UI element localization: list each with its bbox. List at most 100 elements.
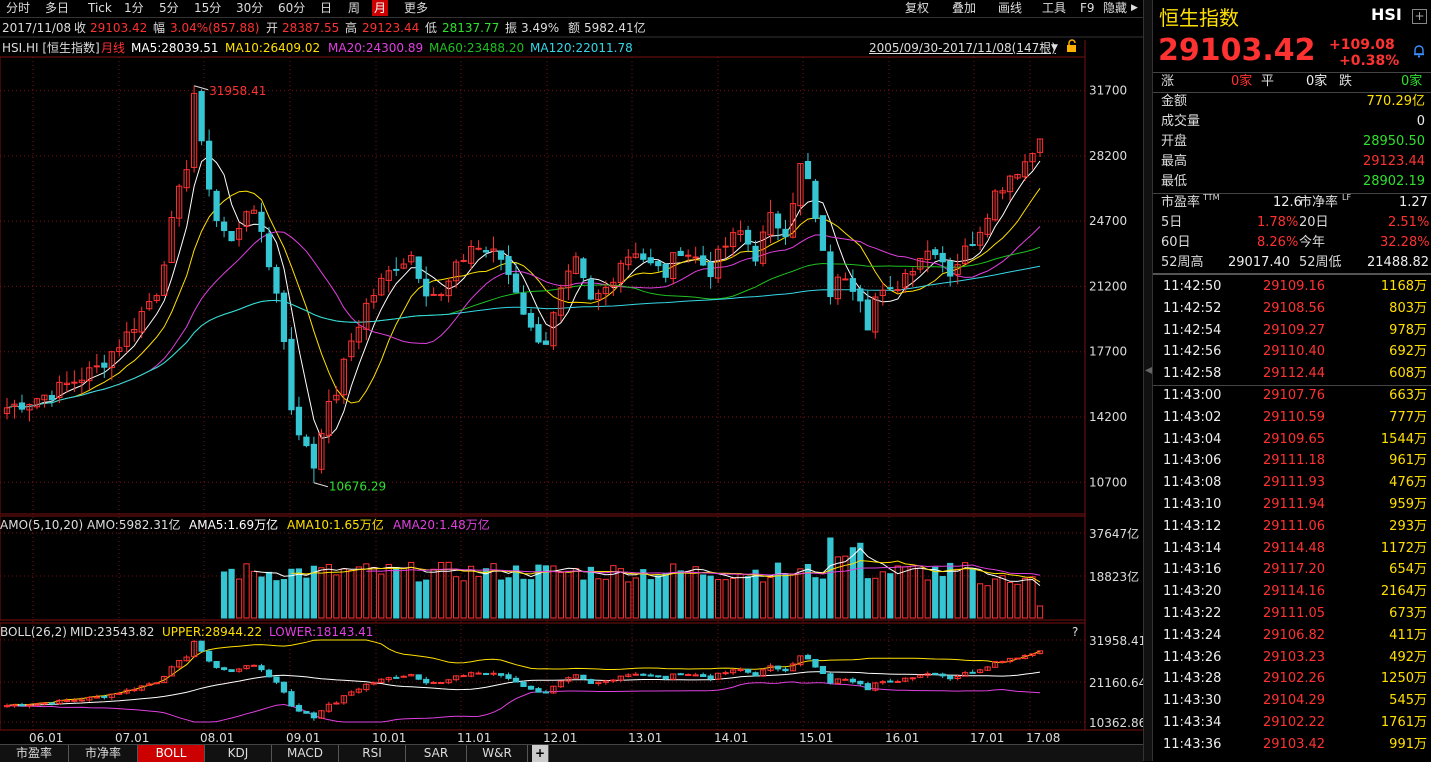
volume-bar (288, 568, 295, 619)
flat-label: 平 (1261, 74, 1275, 89)
candle-body (393, 268, 400, 271)
tick-volume: 2164万 (1380, 584, 1427, 600)
add-tab-icon[interactable]: + (532, 745, 549, 762)
boll-candle-body (258, 665, 265, 671)
candle-body (542, 340, 550, 345)
tick-time: 11:43:16 (1163, 562, 1222, 578)
tick-row: 11:42:54 29109.27 978万 (1161, 320, 1427, 342)
volume-bar (408, 561, 415, 619)
tick-row: 11:43:08 29111.93 476万 (1161, 472, 1427, 494)
candle-body (819, 215, 827, 251)
volume-bar (318, 567, 325, 619)
boll-candle-body (438, 682, 445, 685)
candle-body (774, 213, 782, 229)
tick-price: 29102.22 (1263, 715, 1326, 730)
tick-time: 11:43:36 (1163, 736, 1222, 752)
candle-body (939, 252, 946, 263)
tick-price: 29111.93 (1263, 475, 1326, 491)
d60-value: 8.26% (1257, 235, 1299, 250)
x-tick-label: 10.01 (372, 731, 406, 744)
candle-body (677, 250, 684, 257)
boll-candle-body (662, 675, 669, 680)
boll-candle-body (11, 704, 18, 707)
tick-row: 11:43:14 29114.48 1172万 (1161, 538, 1427, 560)
tick-volume: 293万 (1389, 518, 1427, 534)
max-arrow (194, 85, 209, 91)
volume-bar (700, 574, 707, 619)
volume-bar (774, 562, 782, 619)
pe-value: 12.6 (1273, 195, 1302, 210)
boll-candle-body (220, 667, 228, 670)
candle-body (782, 228, 789, 238)
tab-kdj[interactable]: KDJ (205, 745, 272, 762)
d5-value: 1.78% (1257, 215, 1299, 230)
candle-body (505, 256, 512, 275)
tick-price: 29114.48 (1263, 540, 1326, 556)
tick-row: 11:43:30 29104.29 545万 (1161, 690, 1427, 712)
tick-volume: 1761万 (1380, 715, 1427, 730)
volume-bar (527, 579, 535, 619)
price-change: +109.08 (1329, 37, 1395, 53)
volume-bar (834, 556, 842, 619)
tick-row: 11:43:02 29110.59 777万 (1161, 407, 1427, 429)
ama5-value: AMA5:1.69万亿 (189, 518, 279, 532)
bell-icon[interactable] (1412, 44, 1426, 61)
volume-bar (737, 573, 744, 619)
volume-bar (542, 565, 550, 619)
volume-bar (625, 581, 632, 619)
tick-price: 29106.82 (1263, 627, 1326, 643)
volume-bar (400, 567, 407, 619)
tick-price: 29104.29 (1263, 693, 1326, 709)
volume-bar (520, 578, 527, 619)
tab-pb[interactable]: 市净率 (69, 745, 138, 762)
tab-rsi[interactable]: RSI (339, 745, 406, 762)
boll-candle-body (887, 680, 894, 683)
candle-body (707, 261, 714, 278)
candle-body (415, 256, 422, 279)
tab-pe[interactable]: 市盈率 (0, 745, 69, 762)
ama20-value: AMA20:1.48万亿 (393, 518, 490, 532)
candle-body (969, 244, 976, 247)
amo-value: AMO:5982.31亿 (87, 518, 181, 532)
boll-candle-body (707, 675, 714, 680)
tick-volume: 777万 (1389, 409, 1427, 425)
candle-body (101, 362, 108, 368)
candle-body (647, 257, 654, 264)
help-icon[interactable]: ? (1072, 623, 1078, 641)
volume-bar (258, 576, 265, 619)
volume-bar (497, 579, 505, 619)
volume-bar (812, 577, 819, 619)
boll-candle-body (587, 678, 594, 684)
tab-wr[interactable]: W&R (467, 745, 528, 762)
tick-time: 11:42:56 (1163, 344, 1222, 360)
w52l-label: 52周低 (1299, 255, 1342, 270)
pb-value: 1.27 (1399, 195, 1428, 210)
y-tick-label: 37647亿 (1089, 526, 1139, 541)
boll-candle-body (101, 695, 108, 698)
tab-macd[interactable]: MACD (272, 745, 339, 762)
volume-bar (460, 580, 467, 619)
candle-body (692, 256, 699, 259)
boll-candle-body (700, 674, 707, 677)
volume-bar (879, 571, 886, 619)
boll-candle-body (655, 675, 662, 678)
boll-candle-body (393, 676, 400, 679)
x-tick-label: 16.01 (885, 731, 919, 744)
field-label: 成交量 (1161, 114, 1201, 129)
tick-price: 29108.56 (1263, 300, 1326, 316)
tick-volume: 1168万 (1380, 279, 1427, 294)
tick-row: 11:43:34 29102.22 1761万 (1161, 712, 1427, 734)
candle-body (460, 259, 467, 262)
boll-candle-body (542, 691, 550, 694)
x-tick-label: 09.01 (286, 731, 320, 744)
tick-time: 11:42:54 (1163, 322, 1222, 338)
add-watch-icon[interactable]: + (1412, 9, 1427, 24)
volume-bar (752, 569, 759, 619)
boll-candle-body (228, 669, 235, 673)
boll-candle-body (482, 673, 490, 676)
tab-sar[interactable]: SAR (406, 745, 467, 762)
volume-bar (662, 572, 669, 619)
tick-volume: 1172万 (1380, 540, 1427, 556)
tab-boll[interactable]: BOLL (138, 745, 205, 762)
tick-time: 11:43:14 (1163, 540, 1222, 556)
